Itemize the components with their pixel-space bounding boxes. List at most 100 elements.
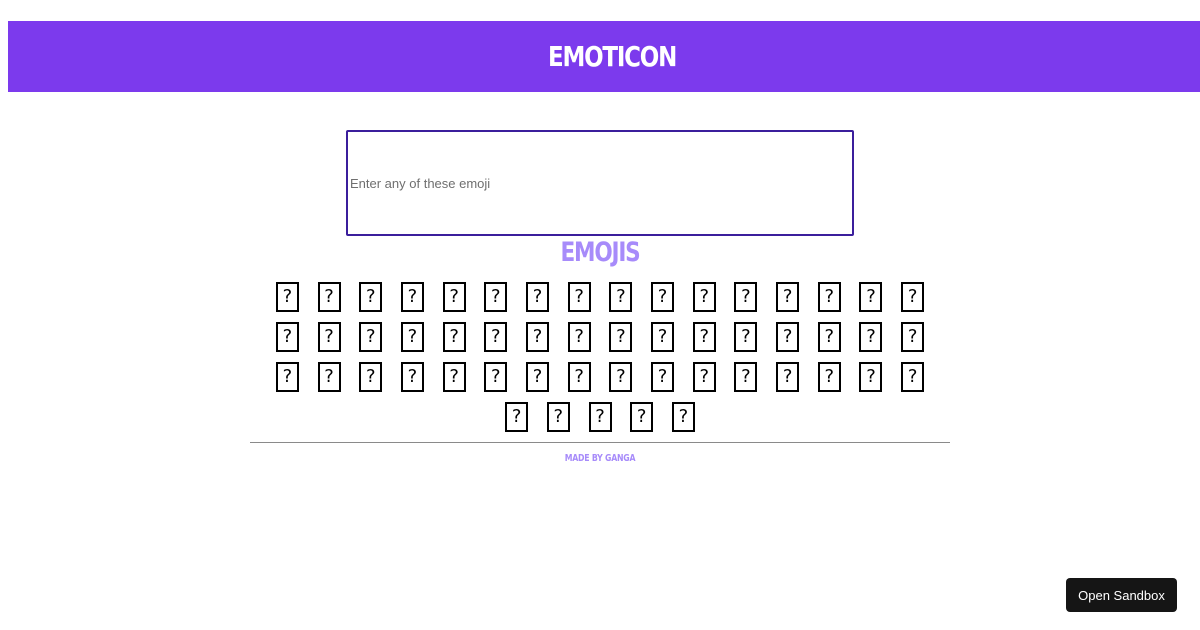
emoji-glyph: ?	[901, 321, 925, 352]
emoji-glyph: ?	[776, 281, 800, 312]
emoji-glyph: ?	[317, 361, 341, 392]
emoji-glyph: ?	[359, 361, 383, 392]
emoji-glyph: ?	[901, 361, 925, 392]
emoji-item[interactable]: ?	[392, 317, 434, 356]
emoji-item[interactable]: ?	[475, 317, 517, 356]
emoji-glyph: ?	[692, 361, 716, 392]
emoji-item[interactable]: ?	[267, 357, 309, 396]
emoji-item[interactable]: ?	[725, 277, 767, 316]
emoji-item[interactable]: ?	[558, 317, 600, 356]
emoji-item[interactable]: ?	[892, 357, 934, 396]
emoji-glyph: ?	[859, 321, 883, 352]
emoji-item[interactable]: ?	[392, 277, 434, 316]
emoji-item[interactable]: ?	[767, 317, 809, 356]
emoji-item[interactable]: ?	[350, 277, 392, 316]
page: EMOTICON EMOJIS ????????????????????????…	[0, 0, 1200, 630]
emoji-item[interactable]: ?	[517, 317, 559, 356]
footer-divider	[250, 442, 950, 443]
emoji-item[interactable]: ?	[308, 317, 350, 356]
emoji-item[interactable]: ?	[642, 317, 684, 356]
emoji-item[interactable]: ?	[433, 357, 475, 396]
emoji-glyph: ?	[609, 321, 633, 352]
emoji-item[interactable]: ?	[558, 277, 600, 316]
emoji-item[interactable]: ?	[621, 397, 663, 436]
emoji-item[interactable]: ?	[663, 397, 705, 436]
emoji-glyph: ?	[671, 401, 695, 432]
emoji-item[interactable]: ?	[767, 277, 809, 316]
emoji-glyph: ?	[692, 321, 716, 352]
emoji-item[interactable]: ?	[642, 277, 684, 316]
emoji-item[interactable]: ?	[808, 277, 850, 316]
emoji-glyph: ?	[859, 281, 883, 312]
emoji-glyph: ?	[859, 361, 883, 392]
emoji-item[interactable]: ?	[558, 357, 600, 396]
emoji-item[interactable]: ?	[267, 317, 309, 356]
emoji-item[interactable]: ?	[433, 277, 475, 316]
emoji-glyph: ?	[734, 321, 758, 352]
emoji-glyph: ?	[275, 321, 299, 352]
emoji-item[interactable]: ?	[850, 357, 892, 396]
emoji-item[interactable]: ?	[850, 317, 892, 356]
emoji-glyph: ?	[567, 361, 591, 392]
emoji-input-container	[346, 130, 854, 236]
emoji-item[interactable]: ?	[600, 357, 642, 396]
emoji-item[interactable]: ?	[642, 357, 684, 396]
emoji-item[interactable]: ?	[850, 277, 892, 316]
emoji-item[interactable]: ?	[517, 277, 559, 316]
emoji-glyph: ?	[317, 321, 341, 352]
emoji-glyph: ?	[442, 361, 466, 392]
emoji-item[interactable]: ?	[433, 317, 475, 356]
emoji-glyph: ?	[651, 281, 675, 312]
emoji-item[interactable]: ?	[725, 357, 767, 396]
emoji-item[interactable]: ?	[683, 317, 725, 356]
emoji-item[interactable]: ?	[600, 277, 642, 316]
emoji-item[interactable]: ?	[475, 277, 517, 316]
emoji-item[interactable]: ?	[308, 357, 350, 396]
emoji-item[interactable]: ?	[350, 357, 392, 396]
emoji-glyph: ?	[484, 281, 508, 312]
emoji-glyph: ?	[817, 361, 841, 392]
emoji-glyph: ?	[275, 361, 299, 392]
emoji-glyph: ?	[567, 321, 591, 352]
emoji-item[interactable]: ?	[308, 277, 350, 316]
emoji-glyph: ?	[734, 281, 758, 312]
emoji-item[interactable]: ?	[808, 317, 850, 356]
emoji-glyph: ?	[359, 321, 383, 352]
app-header: EMOTICON	[8, 21, 1200, 92]
emoji-item[interactable]: ?	[683, 277, 725, 316]
emoji-item[interactable]: ?	[600, 317, 642, 356]
emoji-item[interactable]: ?	[496, 397, 538, 436]
emoji-glyph: ?	[317, 281, 341, 312]
emoji-item[interactable]: ?	[392, 357, 434, 396]
emoji-item[interactable]: ?	[537, 397, 579, 436]
emoji-item[interactable]: ?	[350, 317, 392, 356]
emoji-item[interactable]: ?	[808, 357, 850, 396]
emojis-heading: EMOJIS	[560, 237, 640, 268]
emoji-item[interactable]: ?	[767, 357, 809, 396]
emoji-glyph: ?	[651, 361, 675, 392]
emoji-item[interactable]: ?	[892, 277, 934, 316]
app-title: EMOTICON	[547, 40, 677, 73]
emoji-item[interactable]: ?	[267, 277, 309, 316]
emoji-glyph: ?	[442, 281, 466, 312]
emoji-glyph: ?	[505, 401, 529, 432]
emoji-glyph: ?	[817, 281, 841, 312]
emoji-input[interactable]	[348, 132, 852, 234]
emoji-glyph: ?	[817, 321, 841, 352]
emoji-item[interactable]: ?	[517, 357, 559, 396]
emoji-glyph: ?	[776, 361, 800, 392]
emoji-item[interactable]: ?	[892, 317, 934, 356]
emoji-item[interactable]: ?	[475, 357, 517, 396]
emoji-glyph: ?	[546, 401, 570, 432]
emoji-item[interactable]: ?	[683, 357, 725, 396]
emoji-list: ????????????????????????????????????????…	[250, 277, 950, 436]
emoji-glyph: ?	[776, 321, 800, 352]
emoji-glyph: ?	[567, 281, 591, 312]
emoji-glyph: ?	[588, 401, 612, 432]
emoji-glyph: ?	[525, 361, 549, 392]
open-sandbox-button[interactable]: Open Sandbox	[1066, 578, 1177, 612]
emoji-glyph: ?	[630, 401, 654, 432]
emoji-item[interactable]: ?	[579, 397, 621, 436]
emoji-glyph: ?	[359, 281, 383, 312]
emoji-item[interactable]: ?	[725, 317, 767, 356]
